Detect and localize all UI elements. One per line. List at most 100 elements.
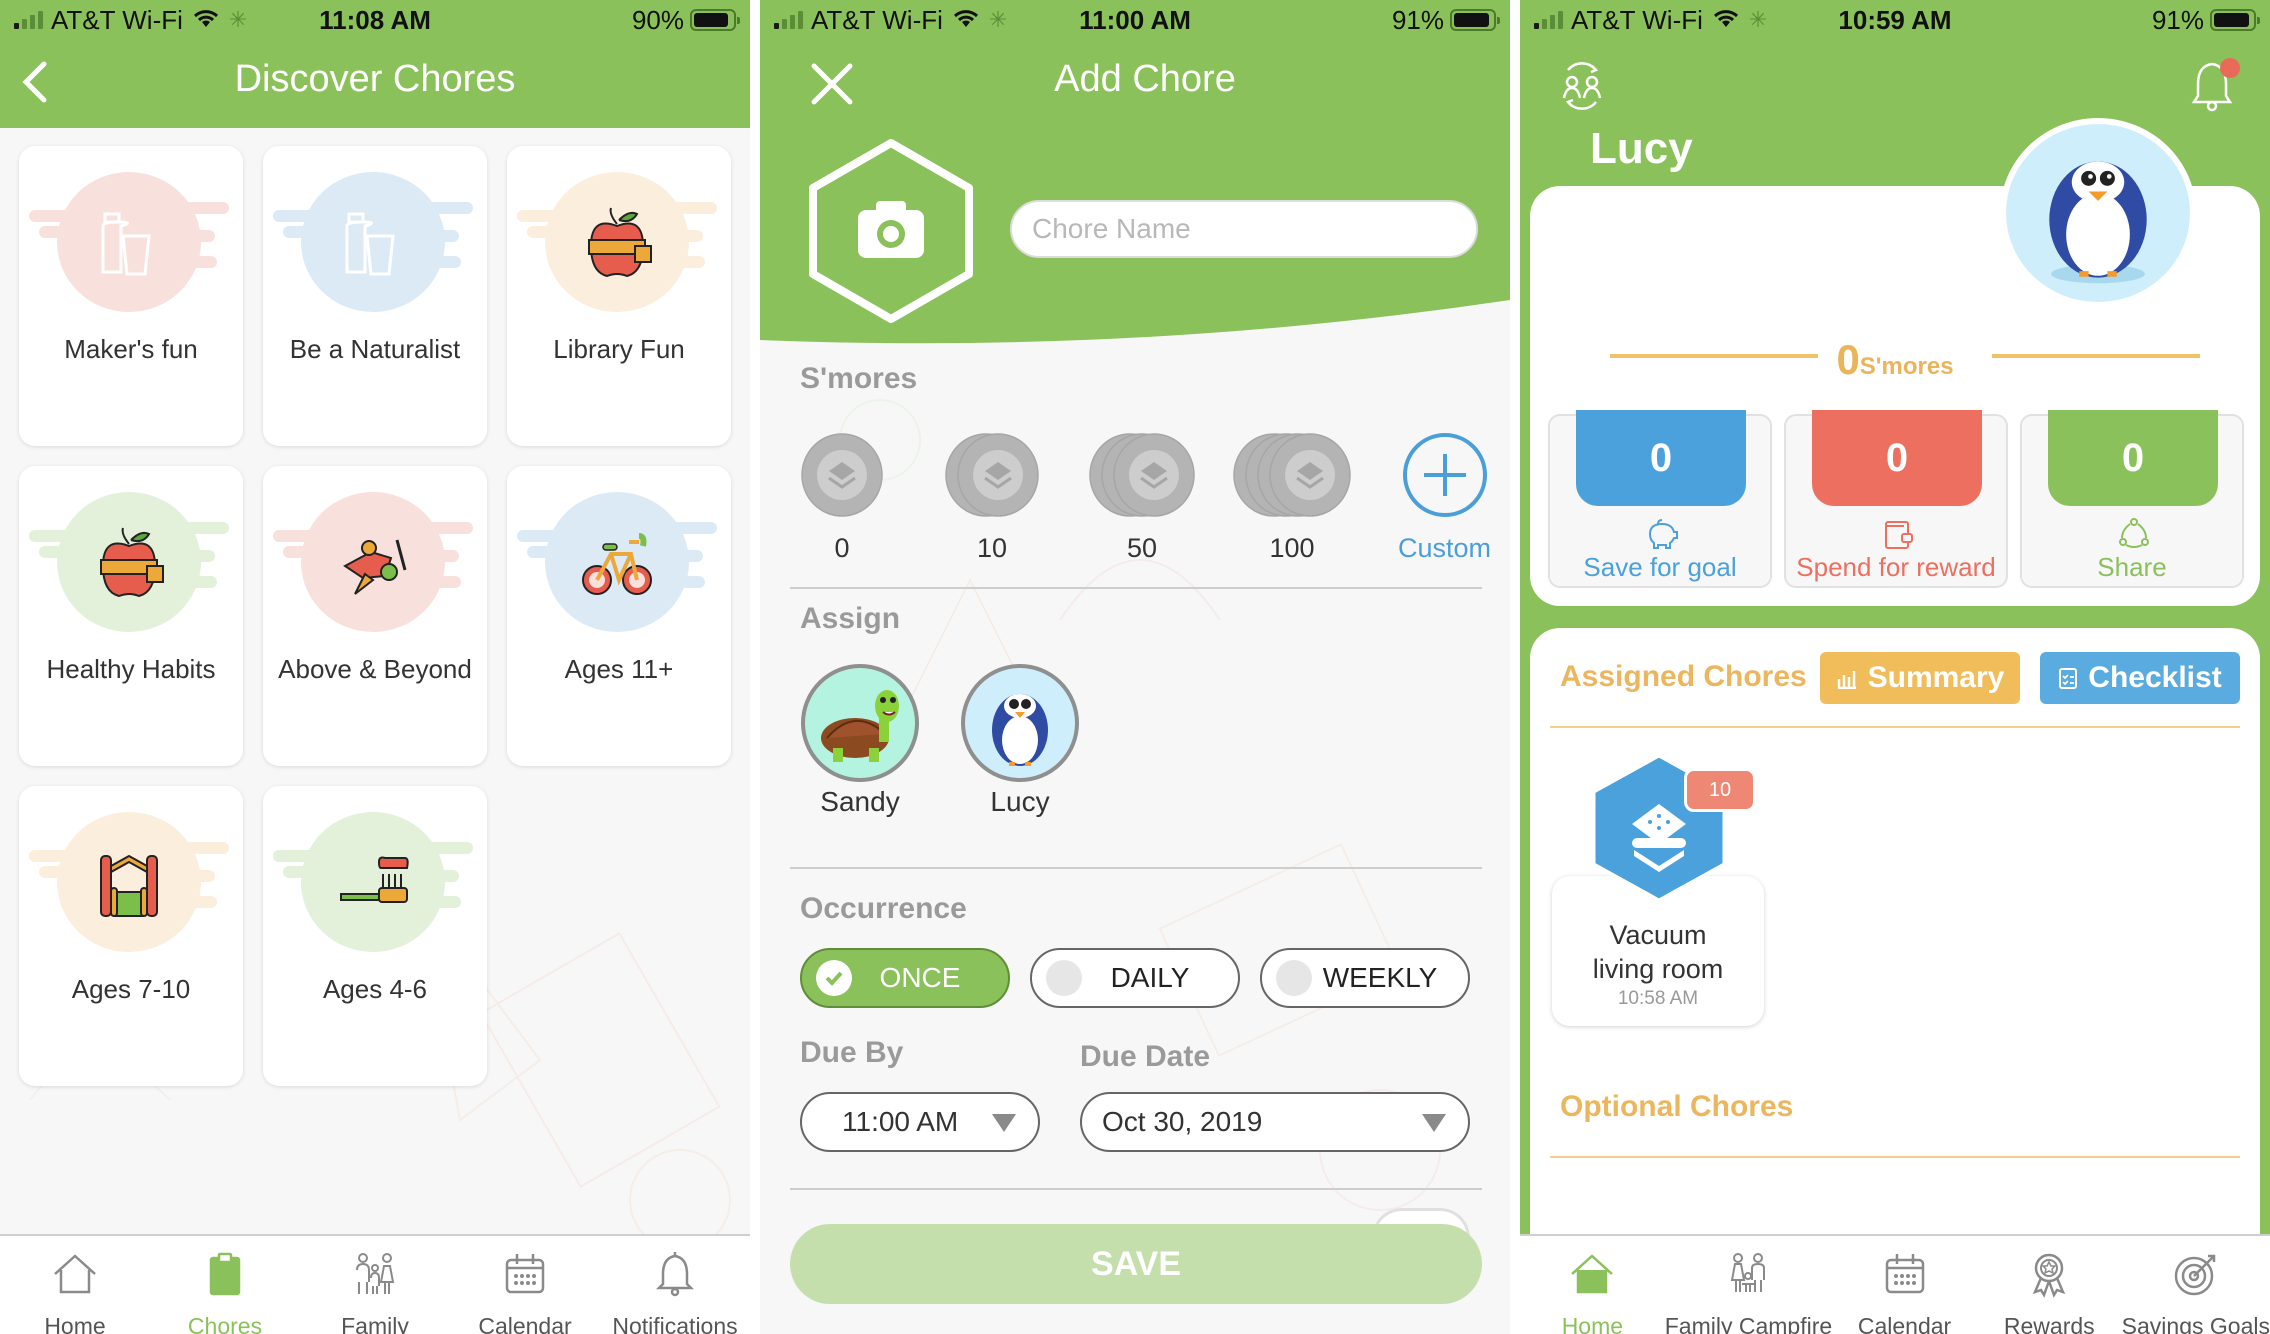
divider bbox=[790, 587, 1482, 589]
activity-spinner-icon: ✳ bbox=[988, 7, 1008, 32]
category-label: Ages 4-6 bbox=[322, 974, 428, 1004]
category-grid: Maker's fun Be a Naturalist Library Fun Hea… bbox=[19, 146, 731, 1086]
decorative-stripe bbox=[527, 226, 567, 238]
smores-option-0[interactable]: 0 bbox=[800, 432, 884, 564]
category-card[interactable]: Above & Beyond bbox=[263, 466, 487, 766]
dropdown-caret-icon bbox=[992, 1114, 1016, 1132]
bottle-glass-icon bbox=[91, 206, 167, 282]
signal-icon bbox=[1534, 11, 1563, 29]
plus-circle-icon bbox=[1402, 433, 1487, 517]
tab-chores[interactable]: Chores bbox=[150, 1236, 300, 1334]
category-card[interactable]: Be a Naturalist bbox=[263, 146, 487, 446]
due-by-select[interactable]: 11:00 AM bbox=[800, 1092, 1040, 1152]
assign-kid-lucy[interactable]: Lucy bbox=[958, 664, 1082, 818]
decorative-stripe bbox=[29, 850, 99, 862]
activity-spinner-icon: ✳ bbox=[228, 7, 248, 32]
jar-share[interactable]: 0 Share bbox=[2020, 410, 2244, 588]
tab-family[interactable]: Family bbox=[300, 1236, 450, 1334]
occurrence-weekly-option[interactable]: WEEKLY bbox=[1260, 948, 1470, 1008]
jar-label: Save for goal bbox=[1583, 552, 1737, 582]
jar-save-for-goal[interactable]: 0 Save for goal bbox=[1548, 410, 1772, 588]
summary-button[interactable]: Summary bbox=[1820, 652, 2020, 704]
tab-calendar[interactable]: Calendar bbox=[1832, 1236, 1977, 1334]
decorative-stripe bbox=[169, 230, 215, 242]
tab-label: Home bbox=[1561, 1313, 1624, 1334]
tab-label: Savings Goals bbox=[2121, 1313, 2270, 1334]
status-time: 11:00 AM bbox=[1079, 4, 1191, 35]
category-card[interactable]: Library Fun bbox=[507, 146, 731, 446]
category-card[interactable]: Ages 11+ bbox=[507, 466, 731, 766]
checklist-button[interactable]: Checklist bbox=[2040, 652, 2240, 704]
tab-rewards[interactable]: Rewards bbox=[1977, 1236, 2122, 1334]
save-button[interactable]: SAVE bbox=[790, 1224, 1482, 1304]
kid-avatar[interactable] bbox=[2000, 118, 2196, 308]
smores-coin-icon bbox=[1233, 433, 1351, 517]
battery-percent: 91% bbox=[2151, 4, 2204, 35]
decorative-stripe bbox=[413, 550, 459, 562]
option-label: WEEKLY bbox=[1322, 962, 1438, 993]
tab-family-campfire[interactable]: Family Campfire bbox=[1665, 1236, 1832, 1334]
switch-user-icon[interactable] bbox=[1554, 58, 1610, 114]
smores-option-10[interactable]: 10 bbox=[944, 432, 1040, 564]
toothbrush-icon bbox=[335, 846, 411, 922]
kid-home-screen: AT&T Wi-Fi ✳ 10:59 AM 91% Lucy 0S'mores … bbox=[1520, 0, 2270, 1334]
category-card[interactable]: Ages 4-6 bbox=[263, 786, 487, 1086]
decorative-stripe bbox=[283, 226, 323, 238]
decorative-stripe bbox=[517, 530, 587, 542]
tab-home[interactable]: Home bbox=[1520, 1236, 1665, 1334]
smores-coin-icon bbox=[801, 433, 883, 517]
kid-name: Lucy bbox=[990, 786, 1050, 817]
tab-home[interactable]: Home bbox=[0, 1236, 150, 1334]
tab-calendar[interactable]: Calendar bbox=[450, 1236, 600, 1334]
smores-custom-button[interactable]: Custom bbox=[1398, 432, 1491, 564]
category-label: Ages 7-10 bbox=[71, 974, 191, 1004]
category-card[interactable]: Healthy Habits bbox=[19, 466, 243, 766]
smores-option-label: 100 bbox=[1269, 533, 1315, 563]
decorative-stripe bbox=[169, 870, 215, 882]
status-bar: AT&T Wi-Fi ✳ 11:08 AM 90% bbox=[0, 0, 750, 40]
piggy-bank-icon bbox=[1644, 516, 1680, 552]
tab-label: Calendar bbox=[478, 1313, 572, 1334]
due-date-select[interactable]: Oct 30, 2019 bbox=[1080, 1092, 1470, 1152]
tab-savings-goals[interactable]: Savings Goals bbox=[2122, 1236, 2270, 1334]
decorative-stripe bbox=[431, 256, 461, 268]
divider bbox=[790, 1188, 1482, 1190]
radio-icon bbox=[1276, 960, 1312, 996]
smores-option-50[interactable]: 50 bbox=[1088, 432, 1196, 564]
radio-icon bbox=[1046, 960, 1082, 996]
decorative-stripe bbox=[431, 896, 461, 908]
summary-label: Summary bbox=[1867, 661, 2005, 694]
tab-label: Family bbox=[341, 1313, 409, 1334]
bottom-tab-bar: Home Family Campfire Calendar Rewards Saving… bbox=[1520, 1234, 2270, 1334]
decorative-stripe bbox=[413, 842, 473, 854]
add-photo-button[interactable] bbox=[806, 138, 976, 324]
jar-spend-for-reward[interactable]: 0 Spend for reward bbox=[1784, 410, 2008, 588]
assigned-chores-title: Assigned Chores bbox=[1560, 660, 1807, 693]
category-card[interactable]: Ages 7-10 bbox=[19, 786, 243, 1086]
occurrence-section-label: Occurrence bbox=[800, 892, 967, 925]
tab-notifications[interactable]: Notifications bbox=[600, 1236, 750, 1334]
kid-name-title: Lucy bbox=[1590, 124, 1693, 173]
decorative-stripe bbox=[169, 550, 215, 562]
occurrence-daily-option[interactable]: DAILY bbox=[1030, 948, 1240, 1008]
occurrence-once-option[interactable]: ONCE bbox=[800, 948, 1010, 1008]
assign-kid-sandy[interactable]: Sandy bbox=[798, 664, 922, 818]
category-card[interactable]: Maker's fun bbox=[19, 146, 243, 446]
wifi-icon bbox=[191, 5, 221, 36]
option-label: DAILY bbox=[1110, 962, 1190, 993]
checklist-label: Checklist bbox=[2088, 661, 2222, 694]
jar-label: Share bbox=[2097, 552, 2167, 582]
clipboard-check-icon bbox=[2059, 668, 2078, 689]
smores-option-100[interactable]: 100 bbox=[1232, 432, 1352, 564]
status-time: 10:59 AM bbox=[1838, 4, 1952, 35]
smores-balance: 0S'mores bbox=[1590, 336, 2200, 383]
smores-section-label: S'mores bbox=[800, 362, 918, 395]
chore-name-input[interactable] bbox=[1010, 200, 1478, 258]
decorative-stripe bbox=[273, 530, 343, 542]
decorative-stripe bbox=[413, 230, 459, 242]
smores-coin-icon bbox=[1089, 433, 1195, 517]
tab-label: Chores bbox=[187, 1313, 263, 1334]
due-date-label: Due Date bbox=[1080, 1040, 1211, 1073]
decorative-stripe bbox=[29, 210, 99, 222]
home-icon bbox=[1568, 1250, 1616, 1303]
